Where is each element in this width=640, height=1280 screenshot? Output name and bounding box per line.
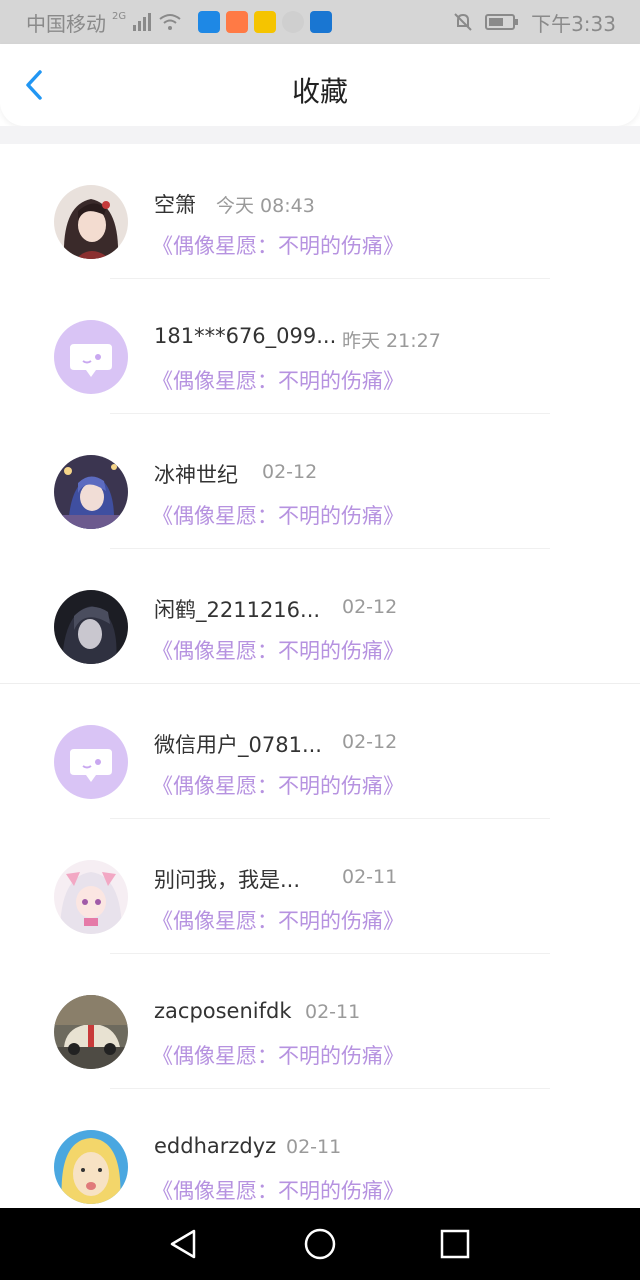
header-bar: 收藏 — [0, 44, 640, 126]
header-gap — [0, 126, 640, 144]
book-title-link[interactable]: 《偶像星愿：不明的伤痛》 — [152, 905, 404, 935]
page-title: 收藏 — [291, 75, 348, 108]
book-title-link[interactable]: 《偶像星愿：不明的伤痛》 — [152, 770, 404, 800]
recents-square-icon[interactable] — [437, 1226, 473, 1262]
avatar[interactable] — [54, 860, 128, 934]
avatar[interactable] — [54, 185, 128, 259]
user-name: 181***676_099... — [154, 324, 337, 348]
taobao-app-icon — [226, 11, 249, 33]
timestamp: 02-12 — [342, 596, 398, 618]
signal-icon — [133, 13, 152, 31]
carrier-label: 中国移动 — [26, 11, 106, 36]
list-item[interactable]: 微信用户_0781... 02-12 《偶像星愿：不明的伤痛》 — [0, 684, 640, 819]
dark-anime-avatar-icon — [54, 590, 128, 664]
anime-girl-avatar-icon — [54, 185, 128, 259]
avatar[interactable] — [54, 455, 128, 529]
avatar[interactable] — [54, 590, 128, 664]
timestamp: 02-12 — [342, 731, 398, 753]
list-item[interactable]: 闲鹤_2211216... 02-12 《偶像星愿：不明的伤痛》 — [0, 549, 640, 684]
book-title-link[interactable]: 《偶像星愿：不明的伤痛》 — [152, 1175, 404, 1205]
avatar[interactable] — [54, 320, 128, 394]
avatar[interactable] — [54, 995, 128, 1069]
wifi-app-icon — [310, 11, 333, 33]
list-item[interactable]: 181***676_099... 昨天 21:27 《偶像星愿：不明的伤痛》 — [0, 279, 640, 414]
list-item[interactable]: zacposenifdk 02-11 《偶像星愿：不明的伤痛》 — [0, 954, 640, 1089]
favorites-list: 空箫 今天 08:43 《偶像星愿：不明的伤痛》 181***676_099..… — [0, 144, 640, 1224]
mute-bell-icon — [454, 13, 472, 31]
timestamp: 02-11 — [342, 866, 398, 888]
avatar[interactable] — [54, 1130, 128, 1204]
user-name: 冰神世纪 — [154, 463, 238, 487]
list-item[interactable]: 冰神世纪 02-12 《偶像星愿：不明的伤痛》 — [0, 414, 640, 549]
battery-icon — [485, 14, 519, 30]
back-triangle-icon[interactable] — [166, 1226, 202, 1262]
anime-boy-avatar-icon — [54, 455, 128, 529]
user-name: eddharzdyz — [154, 1134, 277, 1158]
list-item[interactable]: 别问我，我是... 02-11 《偶像星愿：不明的伤痛》 — [0, 819, 640, 954]
avatar[interactable] — [54, 725, 128, 799]
default-chat-avatar-icon — [70, 344, 112, 377]
timestamp: 02-11 — [286, 1136, 342, 1158]
user-name: 空箫 — [154, 193, 196, 217]
wechat-app-icon — [282, 11, 305, 33]
qq-browser-app-icon — [254, 11, 277, 33]
pink-anime-avatar-icon — [54, 860, 128, 934]
user-name: 闲鹤_2211216... — [154, 598, 321, 622]
user-name: zacposenifdk — [154, 999, 292, 1023]
home-circle-icon[interactable] — [302, 1226, 338, 1262]
clock-label: 下午3:33 — [531, 11, 616, 36]
book-title-link[interactable]: 《偶像星愿：不明的伤痛》 — [152, 1040, 404, 1070]
status-bar: 中国移动 2G 下午3:33 — [0, 0, 640, 44]
list-item[interactable]: 空箫 今天 08:43 《偶像星愿：不明的伤痛》 — [0, 144, 640, 279]
system-nav-bar — [0, 1208, 640, 1280]
cartoon-face-avatar-icon — [54, 1130, 128, 1204]
timestamp: 今天 08:43 — [216, 195, 315, 217]
user-name: 微信用户_0781... — [154, 733, 322, 757]
default-chat-avatar-icon — [70, 749, 112, 782]
list-item[interactable]: eddharzdyz 02-11 《偶像星愿：不明的伤痛》 — [0, 1089, 640, 1224]
network-label: 2G — [112, 10, 127, 22]
timestamp: 02-11 — [305, 1001, 361, 1023]
car-photo-avatar-icon — [54, 995, 128, 1069]
book-title-link[interactable]: 《偶像星愿：不明的伤痛》 — [152, 500, 404, 530]
timestamp: 昨天 21:27 — [342, 330, 441, 352]
book-title-link[interactable]: 《偶像星愿：不明的伤痛》 — [152, 635, 404, 665]
book-title-link[interactable]: 《偶像星愿：不明的伤痛》 — [152, 365, 404, 395]
book-title-link[interactable]: 《偶像星愿：不明的伤痛》 — [152, 230, 404, 260]
shield-app-icon — [198, 11, 221, 33]
timestamp: 02-12 — [262, 461, 318, 483]
wifi-icon — [159, 14, 181, 30]
user-name: 别问我，我是... — [154, 868, 301, 892]
